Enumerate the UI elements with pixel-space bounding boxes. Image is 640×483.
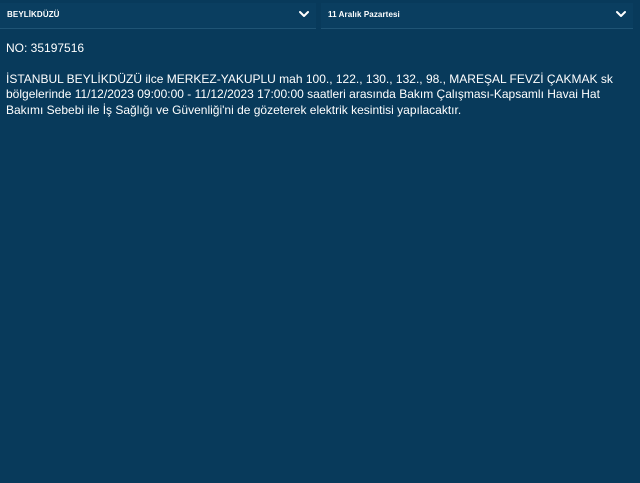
outage-notice: NO: 35197516 İSTANBUL BEYLİKDÜZÜ ilce ME… [6,41,634,118]
notice-number: NO: 35197516 [6,41,85,55]
district-select-value: BEYLİKDÜZÜ [7,10,60,19]
date-select-value: 11 Aralık Pazartesi [328,10,400,19]
notice-text: İSTANBUL BEYLİKDÜZÜ ilce MERKEZ-YAKUPLU … [6,71,613,117]
chevron-down-icon [299,11,309,17]
date-select[interactable]: 11 Aralık Pazartesi [321,3,633,29]
filter-bar: BEYLİKDÜZÜ 11 Aralık Pazartesi [0,0,640,34]
chevron-down-icon [616,11,626,17]
district-select[interactable]: BEYLİKDÜZÜ [0,3,316,29]
